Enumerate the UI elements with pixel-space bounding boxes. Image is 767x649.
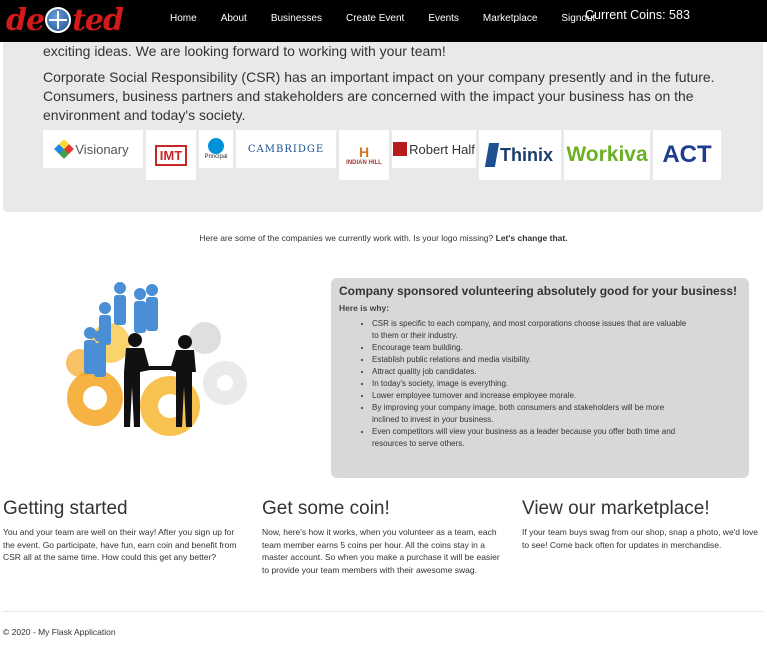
brand-logo[interactable]: de ted <box>6 2 124 38</box>
hero-panel: exciting ideas. We are looking forward t… <box>3 42 763 212</box>
nav-create-event[interactable]: Create Event <box>346 13 404 24</box>
logo-imt: IMT <box>146 130 196 180</box>
marketplace-heading: View our marketplace! <box>522 498 710 519</box>
list-item: Even competitors will view your business… <box>372 426 692 450</box>
list-item: Lower employee turnover and increase emp… <box>372 390 692 402</box>
coin-text: Now, here's how it works, when you volun… <box>262 527 500 575</box>
thinix-icon <box>484 143 500 167</box>
list-item: By improving your company image, both co… <box>372 402 692 426</box>
coin-balance: Current Coins: 583 <box>585 8 690 22</box>
team-volunteering-illustration <box>66 282 247 436</box>
nav-events[interactable]: Events <box>428 13 459 24</box>
visionary-icon <box>54 139 75 159</box>
coin-heading: Get some coin! <box>262 498 390 519</box>
hero-paragraph-2: Corporate Social Responsibility (CSR) ha… <box>43 69 715 123</box>
getting-started-text: You and your team are well on their way!… <box>3 527 237 562</box>
nav-about[interactable]: About <box>221 13 247 24</box>
nav-home[interactable]: Home <box>170 13 197 24</box>
csr-benefits-panel: Company sponsored volunteering absolutel… <box>331 278 749 478</box>
robert-half-icon <box>393 142 408 156</box>
footer-divider <box>3 611 763 612</box>
logo-visionary: Visionary <box>43 130 143 168</box>
list-item: Attract quality job candidates. <box>372 366 692 378</box>
list-item: CSR is specific to each company, and mos… <box>372 318 692 342</box>
logo-principal: Principal <box>199 130 233 168</box>
logo-act: ACT <box>653 130 721 180</box>
csr-subtitle: Here is why: <box>339 303 390 313</box>
principal-icon <box>208 138 224 154</box>
footer-text: © 2020 - My Flask Application <box>3 627 116 637</box>
nav-businesses[interactable]: Businesses <box>271 13 322 24</box>
csr-title: Company sponsored volunteering absolutel… <box>339 284 738 298</box>
marketplace-section: View our marketplace! If your team buys … <box>522 498 762 551</box>
logo-robert-half: Robert Half <box>392 130 476 168</box>
list-item: Encourage team building. <box>372 342 692 354</box>
indian-hill-mark-icon: H <box>358 144 370 160</box>
hero-text: exciting ideas. We are looking forward t… <box>43 42 733 132</box>
nav-marketplace[interactable]: Marketplace <box>483 13 537 24</box>
logo-indian-hill: H INDIAN HILL <box>339 130 389 180</box>
globe-icon <box>45 7 72 33</box>
getting-started-section: Getting started You and your team are we… <box>3 498 243 564</box>
nav-links: Home About Businesses Create Event Event… <box>170 0 619 36</box>
navbar: de ted Home About Businesses Create Event… <box>0 0 767 42</box>
csr-benefits-list: CSR is specific to each company, and mos… <box>372 318 741 450</box>
hero-paragraph-1: exciting ideas. We are looking forward t… <box>43 43 446 59</box>
list-item: Establish public relations and media vis… <box>372 354 692 366</box>
partner-logos: Visionary IMT Principal CAMBRIDGE H INDI… <box>43 130 724 180</box>
getting-started-heading: Getting started <box>3 498 128 519</box>
coin-section: Get some coin! Now, here's how it works,… <box>262 498 502 576</box>
list-item: In today's society, image is everything. <box>372 378 692 390</box>
logo-thinix: Thinix <box>479 130 561 180</box>
change-that-link[interactable]: Let's change that. <box>496 233 568 243</box>
marketplace-text: If your team buys swag from our shop, sn… <box>522 527 758 550</box>
logo-workiva: Workiva <box>564 130 650 180</box>
logo-cambridge: CAMBRIDGE <box>236 130 336 168</box>
logos-caption: Here are some of the companies we curren… <box>199 233 568 243</box>
